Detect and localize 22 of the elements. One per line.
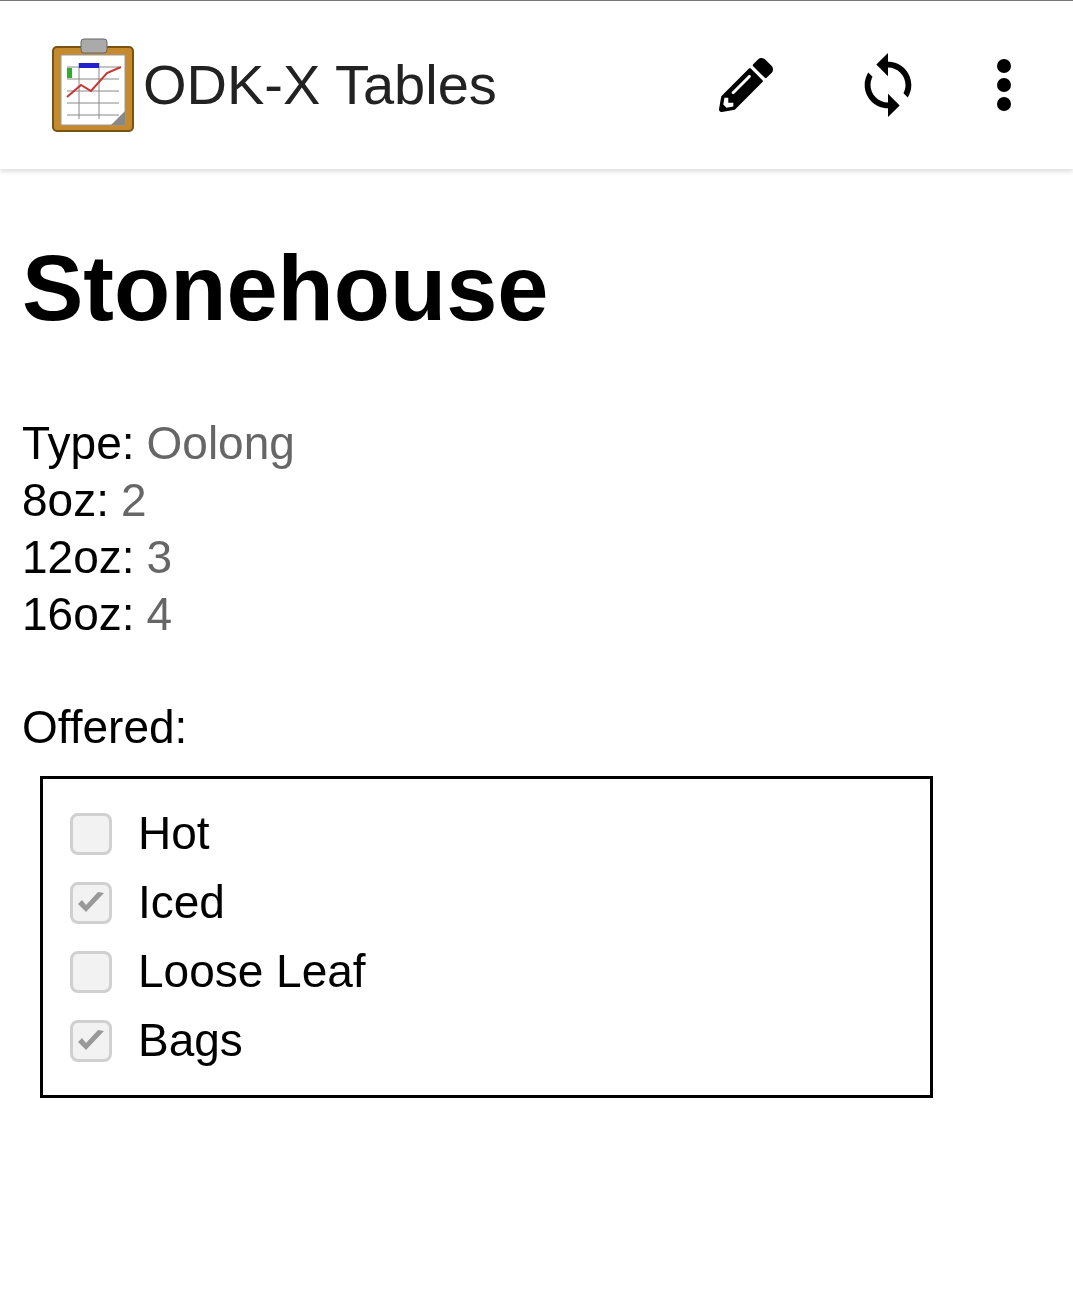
- offered-label: Offered:: [22, 700, 188, 755]
- field-label: 12oz:: [22, 530, 135, 585]
- more-icon: [997, 59, 1011, 111]
- field-label: Type:: [22, 416, 135, 471]
- option-label: Bags: [138, 1013, 243, 1068]
- option-label: Loose Leaf: [138, 944, 366, 999]
- field-value: 4: [146, 587, 173, 642]
- checkbox[interactable]: [70, 950, 112, 993]
- field-label: 8oz:: [22, 473, 109, 528]
- app-title: ODK-X Tables: [143, 52, 497, 118]
- field-value: Oolong: [146, 416, 295, 471]
- option-label: Hot: [138, 806, 210, 861]
- pencil-icon: [719, 58, 773, 112]
- clipboard-icon: [51, 37, 135, 133]
- option-label: Iced: [138, 875, 225, 930]
- field-label: 16oz:: [22, 587, 135, 642]
- checkbox[interactable]: [70, 1019, 112, 1062]
- checkbox[interactable]: [70, 881, 112, 924]
- field-value: 2: [120, 473, 147, 528]
- record-title: Stonehouse: [22, 236, 550, 341]
- field-value: 3: [146, 530, 173, 585]
- checkbox[interactable]: [70, 812, 112, 855]
